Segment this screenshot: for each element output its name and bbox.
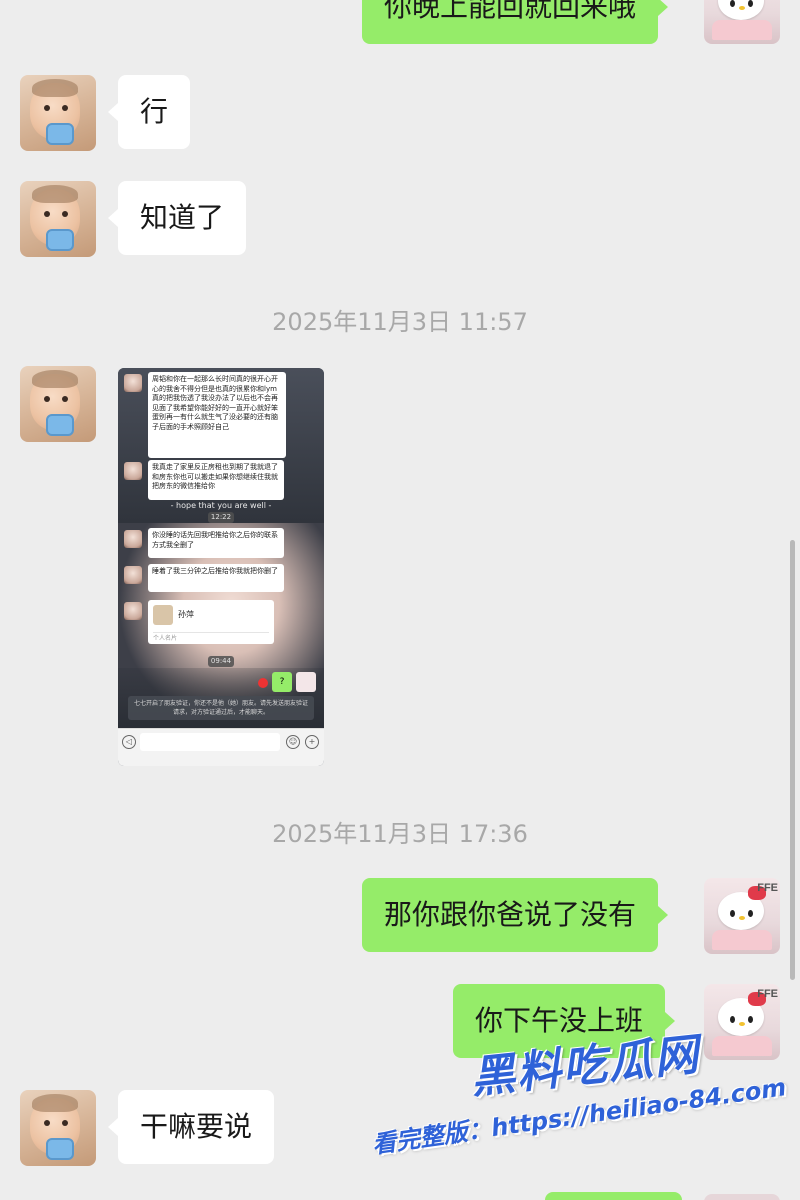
contact-card: 孙萍 个人名片 — [148, 600, 274, 644]
my-avatar[interactable]: FFE — [704, 984, 780, 1060]
image-message[interactable]: 周韬和你在一起那么长时间真的很开心开心的我舍不得分但是也真的很累你和lym真的把… — [118, 368, 324, 766]
card-name: 孙萍 — [178, 610, 194, 619]
screenshot-avatar — [124, 602, 142, 620]
card-label: 个人名片 — [153, 632, 269, 644]
screenshot-system-notice: 七七开启了朋友验证，你还不是他（她）朋友。请先发送朋友验证请求，对方验证通过后，… — [128, 696, 314, 720]
message-text: 那你跟你爸说了没有 — [384, 898, 637, 931]
message-bubble-outgoing[interactable]: 你晚上能回就回来哦 — [362, 0, 669, 44]
screenshot-avatar — [124, 374, 142, 392]
screenshot-avatar — [124, 462, 142, 480]
contact-avatar[interactable] — [20, 181, 96, 257]
contact-avatar[interactable] — [20, 366, 96, 442]
message-timestamp: 2025年11月3日 11:57 — [272, 308, 528, 336]
message-bubble-incoming[interactable]: 行 — [107, 75, 191, 149]
emoji-icon: ☺ — [286, 735, 300, 749]
scrollbar[interactable] — [790, 540, 795, 980]
screenshot-avatar — [124, 530, 142, 548]
contact-avatar[interactable] — [20, 1090, 96, 1166]
message-text: 干嘛要说 — [140, 1110, 253, 1143]
message-bubble-incoming[interactable]: 干嘛要说 — [107, 1090, 275, 1164]
message-bubble-outgoing[interactable]: 那你跟你爸说了没有 — [362, 878, 669, 952]
fail-icon — [258, 678, 268, 688]
screenshot-time: 09:44 — [208, 656, 234, 667]
my-avatar[interactable]: FFE — [704, 878, 780, 954]
avatar-text: FFE — [757, 882, 778, 894]
screenshot-message: 睡着了我三分钟之后推给你我就把你删了 — [148, 564, 284, 592]
screenshot-reply: ? — [272, 672, 292, 692]
message-bubble-incoming[interactable]: 知道了 — [107, 181, 247, 255]
screenshot-avatar — [124, 566, 142, 584]
chat-area: 你晚上能回就回来哦 行 知道了 2025年11月3日 11:57 周韬和你在一起… — [0, 0, 800, 1200]
screenshot-my-avatar — [296, 672, 316, 692]
avatar-text: FFE — [757, 988, 778, 1000]
screenshot-message: 我真走了家里反正房租也到期了我就退了和房东你也可以搬走如果你想继续住我就把房东的… — [148, 460, 284, 500]
screenshot-message: 你没睡的话先回我吧推给你之后你的联系方式我全删了 — [148, 528, 284, 558]
contact-avatar[interactable] — [20, 75, 96, 151]
message-bubble-outgoing-partial[interactable] — [545, 1192, 682, 1200]
card-avatar — [153, 605, 173, 625]
voice-icon: ◁ — [122, 735, 136, 749]
screenshot-caption: - hope that you are well - — [170, 501, 272, 510]
plus-icon: + — [305, 735, 319, 749]
message-text: 行 — [140, 95, 169, 128]
my-avatar[interactable] — [704, 0, 780, 44]
screenshot-message: 周韬和你在一起那么长时间真的很开心开心的我舍不得分但是也真的很累你和lym真的把… — [148, 372, 286, 458]
screenshot-input-bar: ◁ ☺ + — [118, 728, 324, 766]
message-text: 知道了 — [140, 201, 225, 234]
message-text: 你晚上能回就回来哦 — [384, 0, 637, 23]
screenshot-input-field — [140, 733, 280, 751]
message-timestamp: 2025年11月3日 17:36 — [272, 820, 528, 848]
screenshot-time: 12:22 — [208, 512, 234, 523]
my-avatar-partial[interactable] — [704, 1194, 780, 1200]
